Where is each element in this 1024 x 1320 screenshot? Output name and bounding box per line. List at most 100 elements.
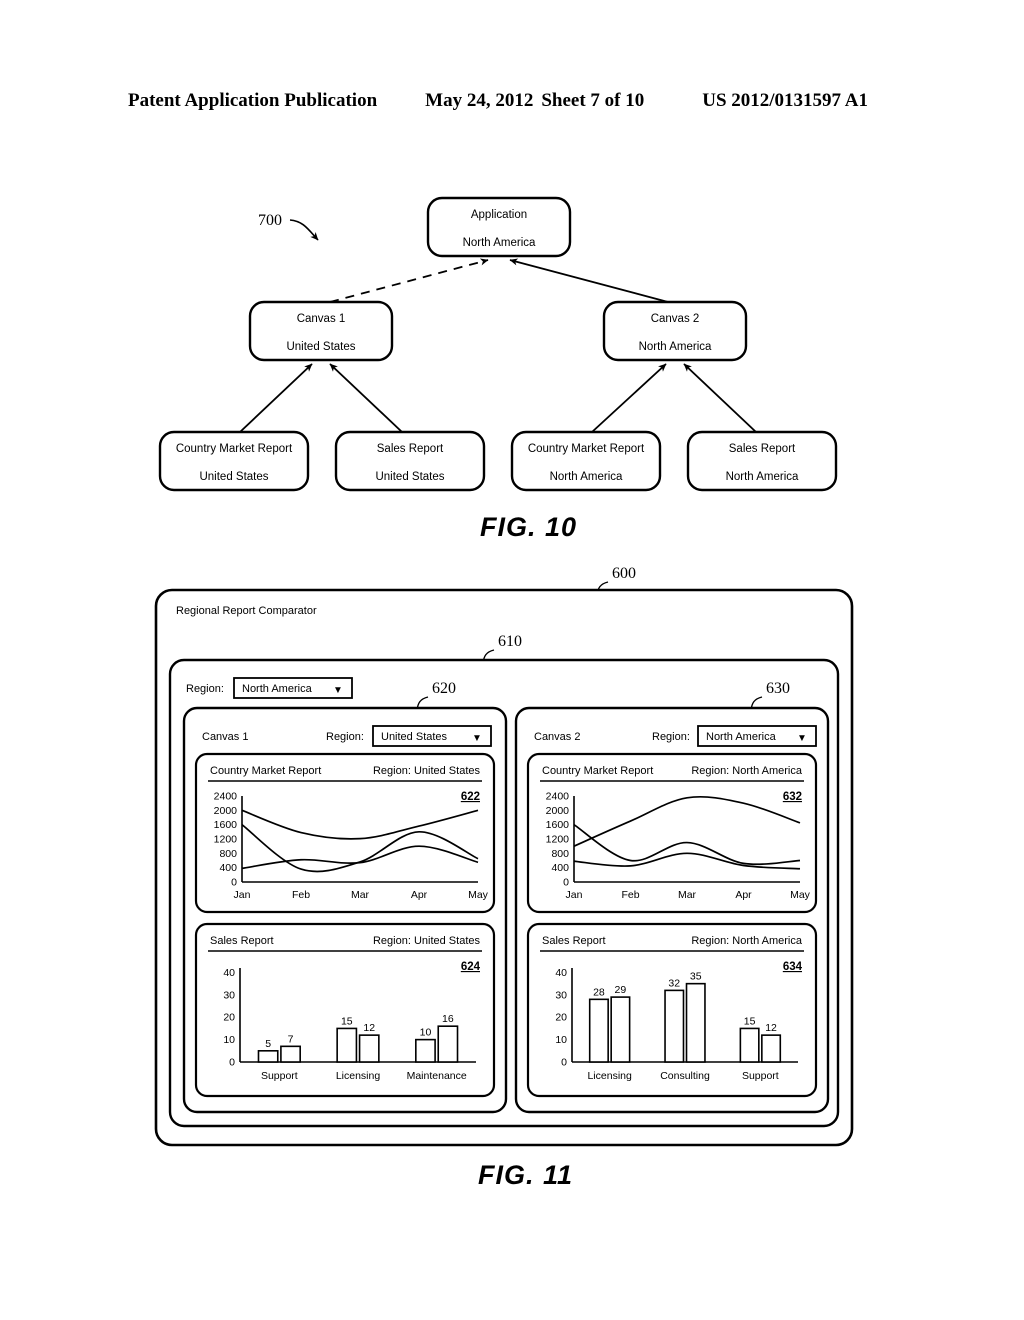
node-application-title: Application <box>471 209 527 221</box>
node-country-market-report-us: Country Market Report United States <box>158 430 310 492</box>
figure-11-caption: FIG. 11 <box>478 1160 574 1190</box>
chart-632-xtick: Jan <box>566 889 583 901</box>
chart-634-bar-value: 29 <box>615 984 627 996</box>
global-region-value: North America <box>242 683 313 695</box>
edge-canvas1-to-application <box>329 258 489 303</box>
patent-number: US 2012/0131597 A1 <box>702 90 868 111</box>
canvas-2-title: Canvas 2 <box>534 731 580 743</box>
canvas-1-region-label: Region: <box>326 731 364 743</box>
chart-622-ytick: 0 <box>231 877 237 889</box>
chart-622-ytick: 2400 <box>214 791 238 803</box>
chart-634-ytick: 30 <box>555 989 567 1001</box>
node-sales-report-us: Sales Report United States <box>334 430 486 492</box>
chart-624-bar-left <box>415 1038 436 1063</box>
node-report-4-title: Sales Report <box>729 443 796 455</box>
chart-624-bar-right <box>437 1025 459 1063</box>
fig10-ref-700: 700 <box>258 212 282 229</box>
chart-ref-634: 634 <box>783 961 803 973</box>
chart-632-title: Country Market Report <box>542 765 653 777</box>
chart-632-ytick: 400 <box>551 862 569 874</box>
chart-624-ytick: 40 <box>223 967 235 979</box>
chart-632-ytick: 1600 <box>546 819 570 831</box>
window-title: Regional Report Comparator <box>176 605 317 617</box>
node-canvas-1: Canvas 1 United States <box>248 300 394 362</box>
chart-624-xtick: Support <box>261 1070 298 1082</box>
chart-632-ytick: 2000 <box>546 805 570 817</box>
patent-header: Patent Application Publication May 24, 2… <box>128 88 896 114</box>
chart-632-xtick: Feb <box>621 889 639 901</box>
node-report-3-region: North America <box>550 471 623 483</box>
chart-634-bar-right <box>685 982 706 1063</box>
edge-report2-to-canvas1 <box>329 363 403 433</box>
chart-624-bar-right <box>280 1045 301 1063</box>
chart-624-bar-value: 7 <box>288 1033 294 1045</box>
chart-622-ytick: 1600 <box>214 819 238 831</box>
chart-ref-624: 624 <box>461 961 481 973</box>
node-report-4-region: North America <box>726 471 799 483</box>
chart-624-title: Sales Report <box>210 935 274 947</box>
global-region-label: Region: <box>186 683 224 695</box>
fig11-ref-610: 610 <box>498 633 522 650</box>
publication-label: Patent Application Publication <box>128 90 378 111</box>
chart-624-bar-left <box>336 1027 358 1063</box>
chart-622-subtitle: Region: United States <box>373 765 481 777</box>
node-canvas-2-title: Canvas 2 <box>651 313 700 325</box>
canvas-2-region-label: Region: <box>652 731 690 743</box>
chart-622-xtick: Mar <box>351 889 370 901</box>
node-canvas-2: Canvas 2 North America <box>602 300 748 362</box>
chart-622-ytick: 800 <box>219 848 237 860</box>
chart-634-bar-left <box>664 989 685 1063</box>
chart-624-bar-value: 5 <box>265 1038 271 1050</box>
chevron-down-icon[interactable]: ▼ <box>472 733 482 744</box>
chart-632-xtick: May <box>790 889 811 901</box>
node-application: Application North America <box>426 196 572 258</box>
chart-634-bar-value: 28 <box>593 986 605 998</box>
chart-634-ytick: 0 <box>561 1057 567 1069</box>
chart-634-ytick: 10 <box>555 1034 567 1046</box>
chart-634-xtick: Consulting <box>660 1070 710 1082</box>
chart-624-bar-value: 12 <box>363 1022 375 1034</box>
chart-624-xtick: Maintenance <box>407 1070 467 1082</box>
edge-report3-to-canvas2 <box>591 363 667 433</box>
canvas-1-region-value: United States <box>381 731 448 743</box>
canvas-2-panel: Canvas 2 Region: North America ▼ Country… <box>514 706 830 1114</box>
fig10-ref-leader <box>289 219 319 241</box>
chart-632-ytick: 800 <box>551 848 569 860</box>
chart-622-ytick: 1200 <box>214 834 238 846</box>
chart-634-bar-right <box>610 996 631 1063</box>
fig11-ref-620: 620 <box>432 680 456 697</box>
chart-634-xtick: Support <box>742 1070 779 1082</box>
chart-624-ytick: 20 <box>223 1012 235 1024</box>
chart-632-xtick: Mar <box>678 889 697 901</box>
chart-622-xtick: Apr <box>411 889 428 901</box>
publication-date: May 24, 2012 <box>425 90 534 111</box>
chart-634-title: Sales Report <box>542 935 606 947</box>
chevron-down-icon[interactable]: ▼ <box>797 733 807 744</box>
edge-canvas2-to-application <box>509 258 669 303</box>
chart-634-bar-value: 15 <box>744 1015 756 1027</box>
chart-634-bar-value: 35 <box>690 971 702 983</box>
node-report-3-title: Country Market Report <box>528 443 645 455</box>
canvas-1-panel: Canvas 1 Region: United States ▼ Country… <box>182 706 508 1114</box>
chart-622-xtick: Feb <box>292 889 310 901</box>
chart-624-ytick: 0 <box>229 1057 235 1069</box>
chart-632-subtitle: Region: North America <box>691 765 803 777</box>
chart-624-xtick: Licensing <box>336 1070 381 1082</box>
canvas-1-title: Canvas 1 <box>202 731 248 743</box>
chart-622-ytick: 2000 <box>214 805 238 817</box>
chart-632-xtick: Apr <box>735 889 752 901</box>
chart-634-ytick: 40 <box>555 967 567 979</box>
edge-report1-to-canvas1 <box>239 363 313 433</box>
chart-634-bar-left <box>588 998 609 1063</box>
chart-634-bar-value: 12 <box>765 1022 777 1034</box>
chart-634-bar-value: 32 <box>668 977 680 989</box>
figure-10: 700 Application North America Canvas 1 U… <box>158 196 838 492</box>
chart-634-subtitle: Region: North America <box>691 935 803 947</box>
canvas-2-region-value: North America <box>706 731 777 743</box>
node-report-2-title: Sales Report <box>377 443 444 455</box>
node-country-market-report-na: Country Market Report North America <box>510 430 662 492</box>
figure-10-caption: FIG. 10 <box>480 512 578 542</box>
chart-622-ytick: 400 <box>219 862 237 874</box>
chevron-down-icon[interactable]: ▼ <box>333 685 343 696</box>
chart-632-ytick: 2400 <box>546 791 570 803</box>
